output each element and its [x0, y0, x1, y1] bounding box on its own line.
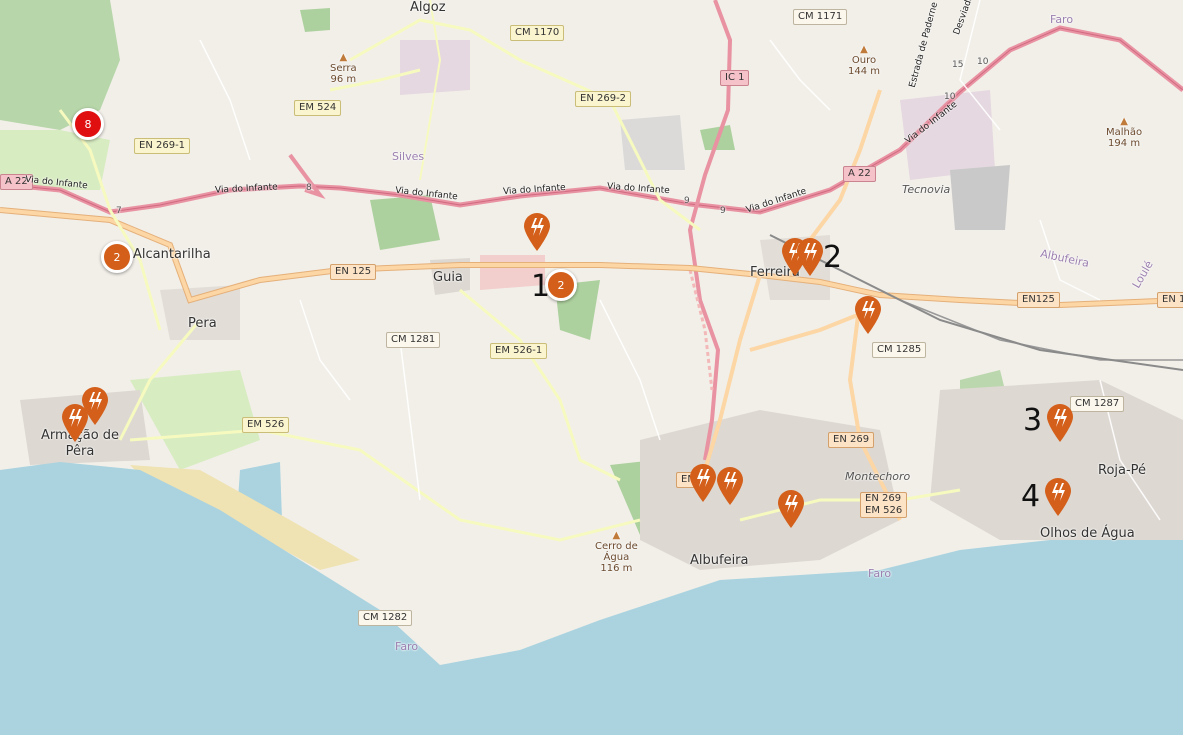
junction-number: 7 [116, 206, 122, 216]
place-guia: Guia [433, 270, 463, 285]
ev-charging-icon[interactable] [715, 466, 745, 506]
map-view[interactable]: Algoz Alcantarilha Pera Guia Ferreira Ar… [0, 0, 1183, 735]
area-faro-1: Faro [395, 640, 419, 653]
place-algoz: Algoz [410, 0, 446, 15]
ev-charging-icon[interactable] [776, 489, 806, 529]
place-roja-pe: Roja-Pé [1098, 463, 1147, 478]
ev-charging-icon[interactable] [688, 463, 718, 503]
ev-charging-icon[interactable] [795, 237, 825, 277]
road-label-en125: EN 125 [330, 264, 377, 280]
road-label-cm1287: CM 1287 [1070, 396, 1125, 412]
ev-charging-icon[interactable] [1043, 477, 1073, 517]
road-label-cm1171: CM 1171 [793, 9, 848, 25]
area-faro-2: Faro [868, 567, 892, 580]
junction-number: 10 [977, 57, 989, 67]
overlay-number-1: 1 [531, 269, 551, 304]
place-tecnovia: Tecnovia [902, 183, 951, 196]
road-label-cm1282: CM 1282 [358, 610, 413, 626]
peak-serra: ▲ Serra 96 m [330, 52, 357, 85]
road-label-en269: EN 269 [828, 432, 875, 448]
road-label-cm1285: CM 1285 [872, 342, 927, 358]
road-label-en1-truncated: EN 1 [1157, 292, 1183, 308]
place-pera: Pera [188, 316, 217, 331]
ev-charging-icon[interactable] [853, 295, 883, 335]
ev-charging-icon[interactable] [1045, 403, 1075, 443]
road-label-en2691: EN 269-1 [134, 138, 191, 154]
overlay-number-4: 4 [1021, 479, 1041, 514]
junction-number: 10 [944, 92, 956, 102]
overlay-number-2: 2 [823, 240, 843, 275]
road-label-ic1: IC 1 [720, 70, 750, 86]
ev-charging-icon[interactable] [60, 403, 90, 443]
road-label-cm1281: CM 1281 [386, 332, 441, 348]
junction-number: 15 [952, 60, 964, 70]
basemap [0, 0, 1183, 735]
place-montechoro: Montechoro [845, 470, 911, 483]
road-label-en2692: EN 269-2 [575, 91, 632, 107]
road-label-em526: EM 526 [242, 417, 290, 433]
road-label-cm1170: CM 1170 [510, 25, 565, 41]
road-label-a22-right: A 22 [843, 166, 876, 182]
place-albufeira: Albufeira [690, 553, 749, 568]
peak-icon: ▲ [1120, 116, 1128, 127]
cluster-marker[interactable]: 2 [101, 241, 133, 273]
road-label-em524: EM 524 [294, 100, 342, 116]
peak-malhao: ▲ Malhão 194 m [1106, 116, 1143, 149]
cluster-marker[interactable]: 8 [72, 108, 104, 140]
area-faro-3: Faro [1050, 13, 1074, 26]
place-alcantarilha: Alcantarilha [133, 247, 211, 262]
ev-charging-icon[interactable] [522, 212, 552, 252]
road-label-en125-east: EN125 [1017, 292, 1060, 308]
road-label-en269-em526: EN 269 EM 526 [860, 492, 908, 518]
peak-ouro: ▲ Ouro 144 m [848, 44, 881, 77]
road-label-em5261: EM 526-1 [490, 343, 548, 359]
peak-icon: ▲ [612, 530, 621, 541]
peak-icon: ▲ [339, 52, 348, 63]
peak-icon: ▲ [860, 44, 868, 55]
overlay-number-3: 3 [1023, 403, 1043, 438]
place-olhos-de-agua: Olhos de Água [1040, 526, 1135, 541]
peak-cerro: ▲ Cerro de Água 116 m [595, 530, 638, 574]
junction-number: 9 [684, 196, 690, 206]
area-silves: Silves [392, 150, 425, 163]
junction-number: 8 [306, 183, 312, 193]
junction-number: 9 [720, 206, 726, 216]
